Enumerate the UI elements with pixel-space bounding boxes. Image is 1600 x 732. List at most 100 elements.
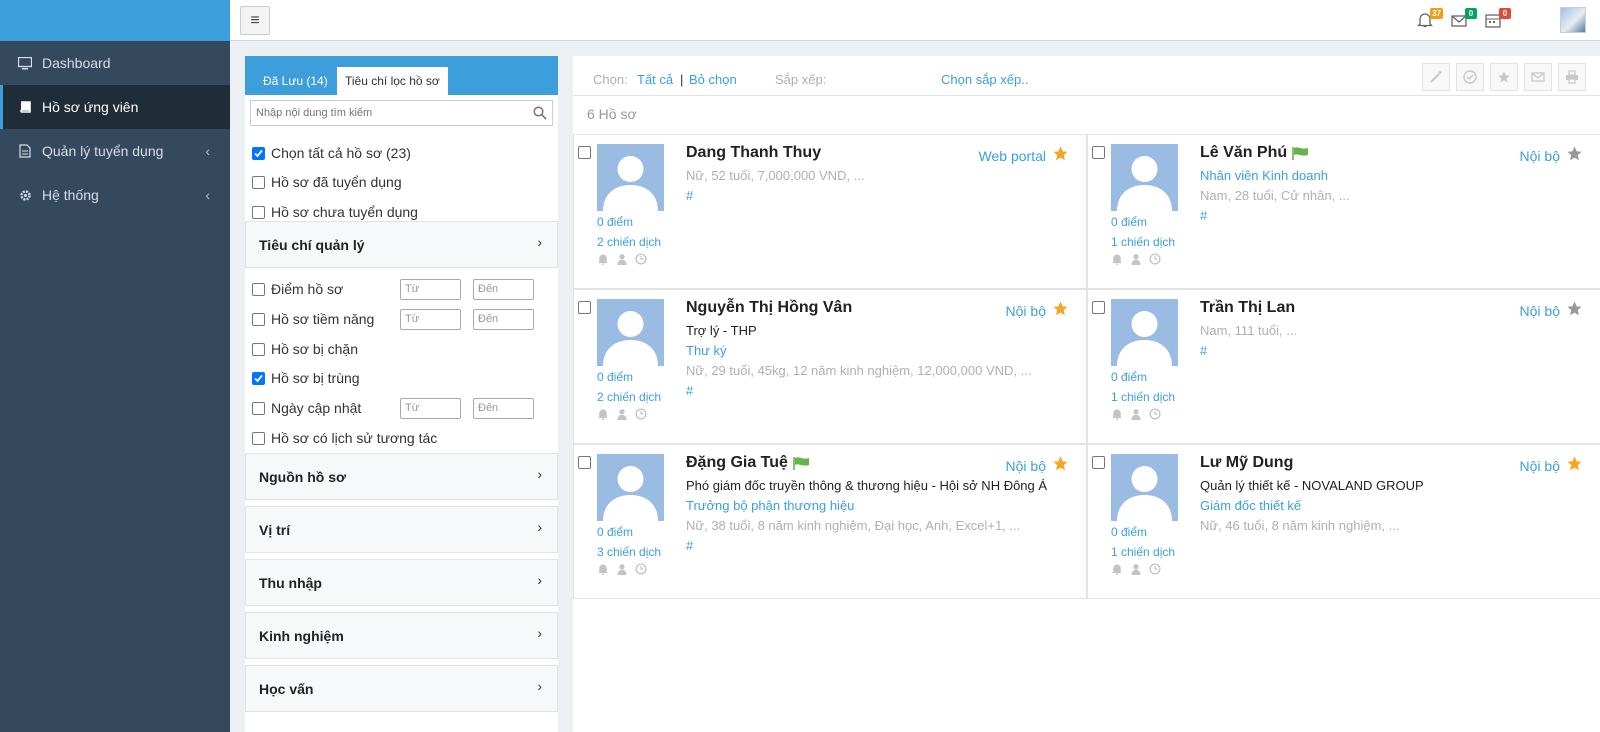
duplicate-checkbox[interactable] xyxy=(252,371,265,385)
candidate-name[interactable]: Lê Văn Phú xyxy=(1200,144,1309,162)
candidate-score[interactable]: 0 điểm xyxy=(597,215,633,229)
updated-date-from-input[interactable]: Từ xyxy=(400,398,461,419)
menu-toggle-button[interactable]: ≡ xyxy=(240,6,270,35)
candidate-card[interactable]: 0 điểm 1 chiến dịch Lê Văn Phú Nội bộ Nh… xyxy=(1087,134,1600,289)
candidate-link[interactable]: # xyxy=(686,538,693,553)
candidate-photo[interactable] xyxy=(597,299,664,366)
email-button[interactable] xyxy=(1524,63,1552,91)
candidate-campaigns[interactable]: 1 chiến dịch xyxy=(1111,545,1175,559)
candidate-link[interactable]: # xyxy=(686,188,693,203)
approve-button[interactable] xyxy=(1456,63,1484,91)
clock-icon[interactable] xyxy=(1149,563,1161,575)
candidate-campaigns[interactable]: 3 chiến dịch xyxy=(597,545,661,559)
clock-icon[interactable] xyxy=(635,563,647,575)
sidebar-logo[interactable] xyxy=(0,0,230,41)
candidate-card[interactable]: 0 điểm 1 chiến dịch Lư Mỹ Dung Nội bộ Qu… xyxy=(1087,444,1600,599)
candidate-name[interactable]: Đặng Gia Tuệ xyxy=(686,454,810,472)
user-icon[interactable] xyxy=(616,253,628,265)
select-all-link[interactable]: Tất cả xyxy=(637,72,673,87)
candidate-checkbox[interactable] xyxy=(1092,146,1105,159)
candidate-link[interactable]: # xyxy=(1200,343,1207,358)
candidate-campaigns[interactable]: 1 chiến dịch xyxy=(1111,390,1175,404)
candidate-link[interactable]: # xyxy=(686,383,693,398)
user-icon[interactable] xyxy=(1130,408,1142,420)
candidate-checkbox[interactable] xyxy=(578,456,591,469)
calendar-button[interactable]: 0 xyxy=(1482,8,1511,30)
potential-checkbox[interactable] xyxy=(252,312,265,326)
bell-icon[interactable] xyxy=(1111,253,1123,265)
candidate-name[interactable]: Lư Mỹ Dung xyxy=(1200,454,1293,472)
candidate-photo[interactable] xyxy=(597,144,664,211)
candidate-score[interactable]: 0 điểm xyxy=(1111,370,1147,384)
section-income[interactable]: Thu nhập › xyxy=(245,559,558,606)
candidate-checkbox[interactable] xyxy=(1092,301,1105,314)
potential-to-input[interactable]: Đến xyxy=(473,309,534,330)
star-icon[interactable] xyxy=(1052,300,1069,317)
score-checkbox[interactable] xyxy=(252,282,265,296)
candidate-checkbox[interactable] xyxy=(1092,456,1105,469)
candidate-photo[interactable] xyxy=(1111,454,1178,521)
potential-option[interactable]: Hồ sơ tiềm năng xyxy=(252,311,374,327)
score-from-input[interactable]: Từ xyxy=(400,279,461,300)
score-to-input[interactable]: Đến xyxy=(473,279,534,300)
candidate-photo[interactable] xyxy=(597,454,664,521)
print-button[interactable] xyxy=(1558,63,1586,91)
candidate-card[interactable]: 0 điểm 3 chiến dịch Đặng Gia Tuệ Nội bộ … xyxy=(573,444,1087,599)
duplicate-option[interactable]: Hồ sơ bị trùng xyxy=(252,370,360,386)
updated-date-option[interactable]: Ngày cập nhật xyxy=(252,400,361,416)
sidebar-item-dashboard[interactable]: Dashboard xyxy=(0,41,230,85)
recruited-option[interactable]: Hồ sơ đã tuyển dụng xyxy=(252,174,402,190)
clock-icon[interactable] xyxy=(635,408,647,420)
candidate-checkbox[interactable] xyxy=(578,301,591,314)
candidate-photo[interactable] xyxy=(1111,144,1178,211)
user-icon[interactable] xyxy=(1130,563,1142,575)
search-icon[interactable] xyxy=(533,106,547,123)
blocked-checkbox[interactable] xyxy=(252,342,265,356)
section-source[interactable]: Nguồn hồ sơ › xyxy=(245,453,558,500)
section-education[interactable]: Học vấn › xyxy=(245,665,558,712)
clock-icon[interactable] xyxy=(1149,253,1161,265)
user-icon[interactable] xyxy=(616,408,628,420)
interaction-history-option[interactable]: Hồ sơ có lịch sử tương tác xyxy=(252,430,437,446)
star-icon[interactable] xyxy=(1052,145,1069,162)
star-icon[interactable] xyxy=(1052,455,1069,472)
star-icon[interactable] xyxy=(1566,145,1583,162)
manage-criteria-section[interactable]: Tiêu chí quản lý › xyxy=(245,221,558,268)
select-all-checkbox[interactable] xyxy=(252,146,265,160)
candidate-campaigns[interactable]: 1 chiến dịch xyxy=(1111,235,1175,249)
messages-button[interactable]: 0 xyxy=(1448,8,1477,30)
candidate-score[interactable]: 0 điểm xyxy=(1111,215,1147,229)
bell-icon[interactable] xyxy=(1111,408,1123,420)
clock-icon[interactable] xyxy=(635,253,647,265)
favorite-button[interactable] xyxy=(1490,63,1518,91)
not-recruited-option[interactable]: Hồ sơ chưa tuyển dụng xyxy=(252,204,418,220)
star-icon[interactable] xyxy=(1566,455,1583,472)
candidate-name[interactable]: Trần Thị Lan xyxy=(1200,299,1295,317)
user-icon[interactable] xyxy=(1130,253,1142,265)
magic-wand-button[interactable] xyxy=(1422,63,1450,91)
updated-date-to-input[interactable]: Đến xyxy=(473,398,534,419)
candidate-card[interactable]: 0 điểm 1 chiến dịch Trần Thị Lan Nội bộ … xyxy=(1087,289,1600,444)
candidate-link[interactable]: # xyxy=(1200,208,1207,223)
candidate-card[interactable]: 0 điểm 2 chiến dịch Dang Thanh Thuy Web … xyxy=(573,134,1087,289)
candidate-campaigns[interactable]: 2 chiến dịch xyxy=(597,235,661,249)
sidebar-item-candidate-profiles[interactable]: Hồ sơ ứng viên xyxy=(0,85,230,129)
updated-date-checkbox[interactable] xyxy=(252,401,265,415)
candidate-name[interactable]: Dang Thanh Thuy xyxy=(686,144,821,162)
sidebar-item-system[interactable]: Hệ thống ‹ xyxy=(0,173,230,217)
candidate-name[interactable]: Nguyễn Thị Hồng Vân xyxy=(686,299,852,317)
clock-icon[interactable] xyxy=(1149,408,1161,420)
section-experience[interactable]: Kinh nghiệm › xyxy=(245,612,558,659)
not-recruited-checkbox[interactable] xyxy=(252,205,265,219)
candidate-campaigns[interactable]: 2 chiến dịch xyxy=(597,390,661,404)
bell-icon[interactable] xyxy=(597,563,609,575)
star-icon[interactable] xyxy=(1566,300,1583,317)
tab-filter-criteria[interactable]: Tiêu chí lọc hồ sơ xyxy=(337,67,448,95)
deselect-link[interactable]: Bỏ chọn xyxy=(689,72,737,87)
tab-saved-filters[interactable]: Đã Lưu (14) xyxy=(255,67,336,95)
user-avatar[interactable] xyxy=(1560,7,1586,33)
score-option[interactable]: Điểm hồ sơ xyxy=(252,281,343,297)
select-all-option[interactable]: Chọn tất cả hồ sơ (23) xyxy=(252,145,411,161)
bell-icon[interactable] xyxy=(597,408,609,420)
candidate-photo[interactable] xyxy=(1111,299,1178,366)
